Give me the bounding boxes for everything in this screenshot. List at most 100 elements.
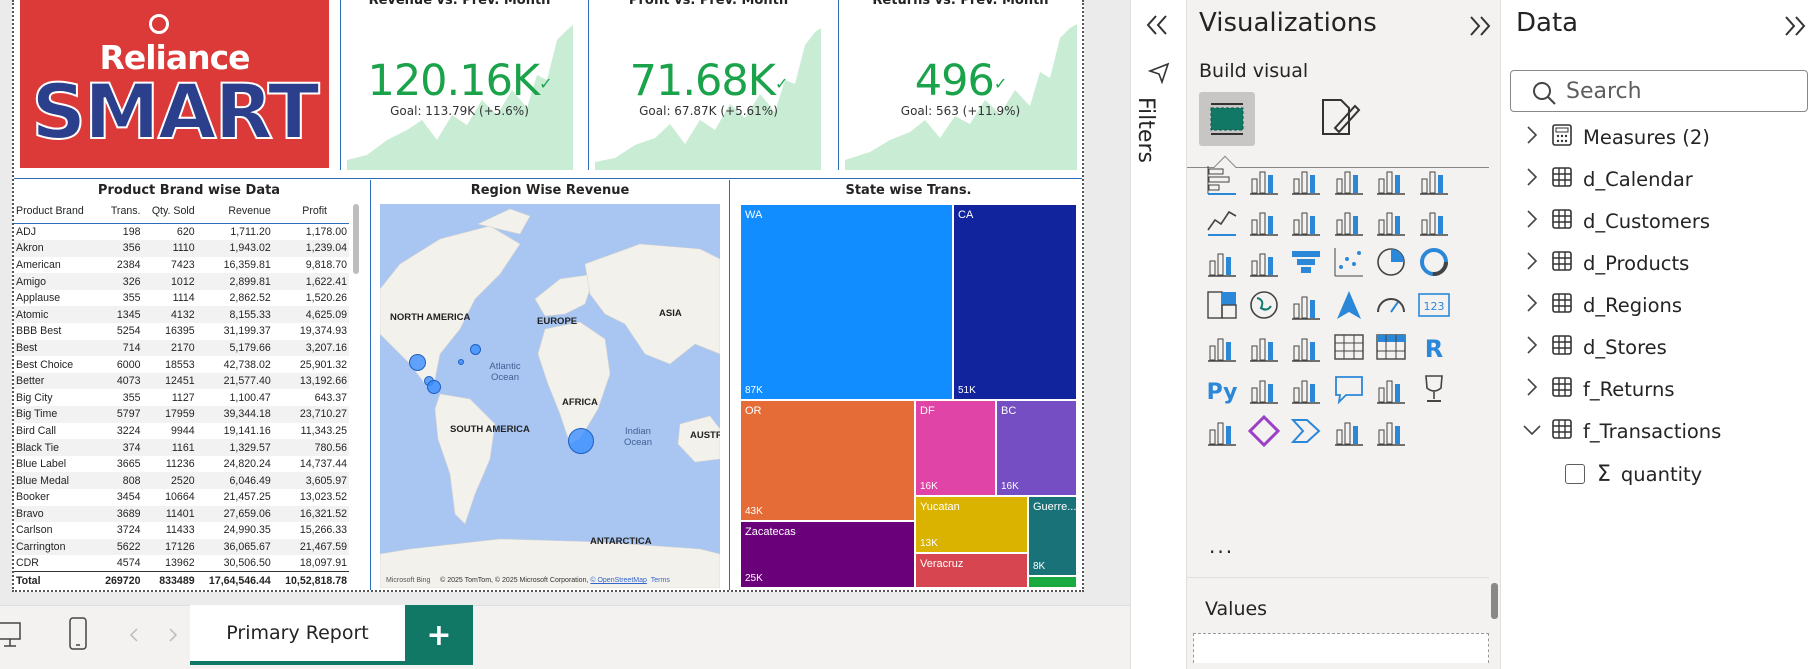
clustered-column-icon[interactable]: [1332, 163, 1366, 197]
table-row[interactable]: ADJ 198 620 1,711.20 1,178.00: [14, 224, 349, 241]
ribbon-chart-icon[interactable]: [1205, 245, 1239, 279]
apps-icon[interactable]: [1374, 414, 1408, 448]
table-row[interactable]: Blue Medal 808 2520 6,046.49 3,605.97: [14, 472, 349, 489]
treemap-tile-other[interactable]: [1028, 576, 1077, 588]
stacked-bar-icon[interactable]: [1205, 163, 1239, 197]
scatter-icon[interactable]: [1332, 245, 1366, 279]
100-area-icon[interactable]: [1332, 204, 1366, 238]
next-page-icon[interactable]: [168, 628, 178, 642]
terms-link[interactable]: Terms: [651, 577, 670, 584]
region-map[interactable]: NORTH AMERICA EUROPE ASIA AFRICA SOUTH A…: [380, 204, 720, 588]
filled-map-icon[interactable]: [1289, 288, 1323, 322]
chevron-right-icon[interactable]: [1521, 125, 1543, 149]
collapse-right-icon[interactable]: [1781, 15, 1807, 37]
chevron-right-icon[interactable]: [1521, 335, 1543, 359]
field-d-customers[interactable]: d_Customers: [1521, 205, 1710, 237]
table-row[interactable]: Carlson 3724 11433 24,990.35 15,266.33: [14, 522, 349, 539]
filters-label[interactable]: Filters: [1133, 97, 1158, 163]
field-d-calendar[interactable]: d_Calendar: [1521, 163, 1693, 195]
table-row[interactable]: Bravo 3689 11401 27,659.06 16,321.52: [14, 505, 349, 523]
col-header-revenue[interactable]: Revenue: [196, 198, 273, 224]
field-f-transactions[interactable]: f_Transactions: [1521, 415, 1721, 447]
table-row[interactable]: Big Time 5797 17959 39,344.18 23,710.27: [14, 406, 349, 423]
table-row[interactable]: Bird Call 3224 9944 19,141.16 11,343.25: [14, 423, 349, 440]
col-header-qty[interactable]: Qty. Sold: [142, 198, 197, 224]
field-measures-2-[interactable]: Measures (2): [1521, 121, 1710, 153]
treemap-tile-zacatecas[interactable]: Zacatecas 25K: [740, 521, 915, 588]
checkbox[interactable]: [1565, 464, 1585, 484]
treemap-icon[interactable]: [1205, 288, 1239, 322]
qa-icon[interactable]: [1332, 372, 1366, 406]
key-influencers-icon[interactable]: [1247, 372, 1281, 406]
chevron-right-icon[interactable]: [1521, 377, 1543, 401]
python-visual-icon[interactable]: Py: [1205, 372, 1239, 406]
power-apps-icon[interactable]: [1247, 414, 1281, 448]
paginated-report-icon[interactable]: [1205, 414, 1239, 448]
add-page-button[interactable]: +: [405, 605, 473, 665]
treemap-tile-yucatan[interactable]: Yucatan 13K: [915, 496, 1028, 553]
prev-page-icon[interactable]: [129, 628, 139, 642]
col-header-brand[interactable]: Product Brand: [14, 198, 97, 224]
card-icon[interactable]: 123: [1417, 288, 1451, 322]
map-bubble[interactable]: [568, 428, 594, 454]
100-bar-icon[interactable]: [1374, 163, 1408, 197]
collapse-right-icon[interactable]: [1466, 15, 1492, 37]
desktop-layout-icon[interactable]: [0, 620, 22, 650]
table-row[interactable]: Best 714 2170 5,179.66 3,207.16: [14, 339, 349, 357]
multirow-card-icon[interactable]: [1205, 330, 1239, 364]
mobile-layout-icon[interactable]: [69, 617, 87, 651]
format-visual-icon[interactable]: [1317, 96, 1361, 140]
stacked-area-icon[interactable]: [1289, 204, 1323, 238]
more-visuals-button[interactable]: ...: [1209, 534, 1234, 558]
decomposition-tree-icon[interactable]: [1289, 372, 1323, 406]
azure-map-icon[interactable]: [1332, 288, 1366, 322]
treemap-tile-guerrero[interactable]: Guerre... 8K: [1028, 496, 1077, 576]
waterfall-icon[interactable]: [1247, 245, 1281, 279]
treemap-tile-veracruz[interactable]: Veracruz: [915, 553, 1028, 588]
line-chart-icon[interactable]: [1205, 204, 1239, 238]
kpi-returns[interactable]: Returns vs. Prev. Month 496✓ Goal: 563 (…: [838, 0, 1082, 170]
area-chart-icon[interactable]: [1247, 204, 1281, 238]
matrix-icon[interactable]: [1374, 330, 1408, 364]
chevron-right-icon[interactable]: [1521, 293, 1543, 317]
field-d-products[interactable]: d_Products: [1521, 247, 1689, 279]
collapse-left-icon[interactable]: [1145, 14, 1171, 36]
stacked-column-icon[interactable]: [1247, 163, 1281, 197]
kpi-profit[interactable]: Profit vs. Prev. Month 71.68K✓ Goal: 67.…: [588, 0, 828, 170]
line-clustered-icon[interactable]: [1417, 204, 1451, 238]
table-row[interactable]: Booker 3454 10664 21,457.25 13,023.52: [14, 489, 349, 506]
field-f-returns[interactable]: f_Returns: [1521, 373, 1674, 405]
treemap-tile-or[interactable]: OR 43K: [740, 400, 915, 521]
narrative-icon[interactable]: [1374, 372, 1408, 406]
field-quantity[interactable]: Σquantity: [1565, 458, 1702, 490]
table-row[interactable]: Black Tie 374 1161 1,329.57 780.56: [14, 439, 349, 456]
chevron-right-icon[interactable]: [1521, 209, 1543, 233]
table-row[interactable]: CDR 4574 13962 30,506.50 18,097.91: [14, 555, 349, 572]
treemap-tile-bc[interactable]: BC 16K: [996, 400, 1077, 496]
table-row[interactable]: Better 4073 12451 21,577.40 13,192.66: [14, 372, 349, 390]
table-row[interactable]: Akron 356 1110 1,943.02 1,239.04: [14, 240, 349, 257]
kpi-icon[interactable]: [1247, 330, 1281, 364]
trophy-icon[interactable]: [1417, 372, 1451, 406]
table-row[interactable]: Big City 355 1127 1,100.47 643.37: [14, 389, 349, 406]
map-bubble[interactable]: [427, 380, 441, 394]
map-bubble[interactable]: [458, 359, 464, 365]
chevron-down-icon[interactable]: [1521, 422, 1543, 441]
100-column-icon[interactable]: [1417, 163, 1451, 197]
brand-table[interactable]: Product Brand Trans. Qty. Sold Revenue P…: [14, 198, 364, 590]
pie-icon[interactable]: [1374, 245, 1408, 279]
treemap-tile-df[interactable]: DF 16K: [915, 400, 996, 496]
clustered-bar-icon[interactable]: [1289, 163, 1323, 197]
line-column-icon[interactable]: [1374, 204, 1408, 238]
gauge-icon[interactable]: [1374, 288, 1408, 322]
field-d-stores[interactable]: d_Stores: [1521, 331, 1667, 363]
donut-icon[interactable]: [1417, 245, 1451, 279]
table-row[interactable]: Best Choice 6000 18553 42,738.02 25,901.32: [14, 356, 349, 373]
map-bubble[interactable]: [470, 344, 481, 355]
table-row[interactable]: Applause 355 1114 2,862.52 1,520.26: [14, 290, 349, 307]
chevron-right-icon[interactable]: [1521, 251, 1543, 275]
kpi-revenue[interactable]: Revenue vs. Prev. Month 120.16K✓ Goal: 1…: [340, 0, 578, 170]
slicer-icon[interactable]: [1289, 330, 1323, 364]
table-row[interactable]: Atomic 1345 4132 8,155.33 4,625.09: [14, 306, 349, 324]
map-icon[interactable]: [1247, 288, 1281, 322]
